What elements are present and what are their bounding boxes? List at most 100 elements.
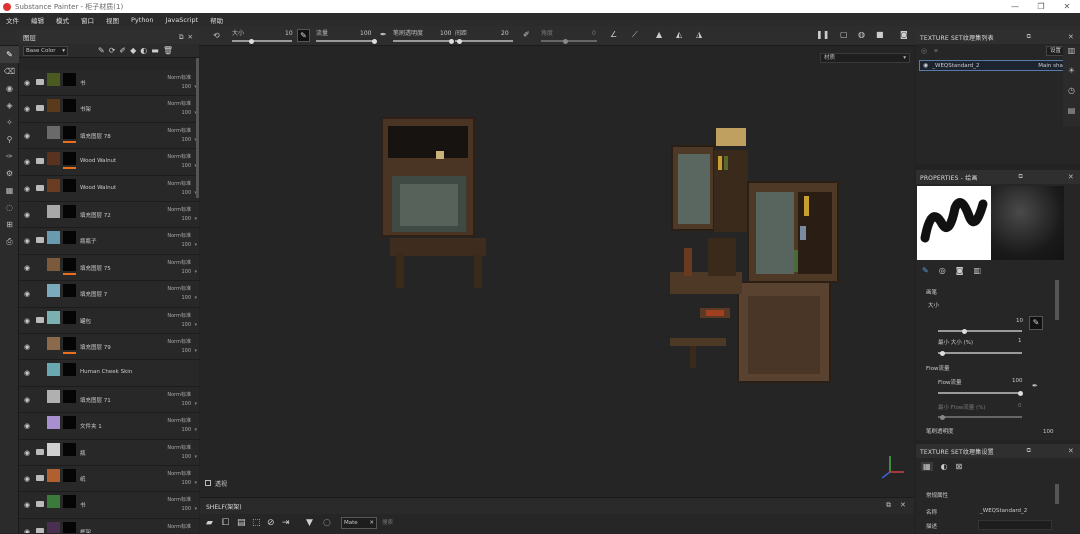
layer-opacity[interactable]: 100 [181,269,191,275]
menu-edit[interactable]: 编辑 [31,15,44,25]
props-undock-icon[interactable]: ⧉ [1019,173,1023,181]
layer-name[interactable]: Human Cheek Skin [80,369,132,375]
pen-pressure-icon[interactable]: ✒ [380,30,387,39]
size-pressure-icon[interactable]: ✎ [1029,316,1043,330]
layer-row[interactable]: ◉框架Norm标准100▾ [19,519,199,533]
layer-visibility-icon[interactable]: ◉ [24,369,30,377]
layer-row[interactable]: ◉填充图层 71Norm标准100▾ [19,387,199,413]
add-mask-icon[interactable]: ◐ [140,46,147,55]
menu-javascript[interactable]: JavaScript [166,16,199,24]
shelf-circle-icon[interactable]: ○ [323,518,331,528]
layer-opacity[interactable]: 100 [181,480,191,486]
layer-name[interactable]: 书 [80,501,86,509]
flow-pressure-icon[interactable]: ✒ [1032,382,1038,390]
shelf-search-input[interactable] [382,517,902,529]
shelf-export-icon[interactable]: ⇥ [282,518,290,528]
tsl-link-icon[interactable]: ⚭ [933,47,939,55]
layer-row[interactable]: ◉书架Norm标准100▾ [19,96,199,122]
folder-icon[interactable] [36,501,44,507]
layer-blend-mode[interactable]: Norm标准 [167,127,191,134]
projection-icon[interactable]: ▲ [656,30,662,39]
menu-mode[interactable]: 模式 [56,15,69,25]
prop-min-flow-value[interactable]: 0 [1018,403,1022,409]
brush-stroke-preview[interactable] [917,186,991,260]
spacing-value[interactable]: 20 [501,30,509,37]
delete-layer-icon[interactable]: 🗑 [163,46,173,55]
layers-scrollbar[interactable] [196,58,199,198]
layer-mask-thumbnail[interactable] [63,258,76,271]
add-effect-icon[interactable]: ✎ [98,46,105,55]
tss-tab-bake-icon[interactable]: ◐ [941,462,948,471]
properties-scrollbar[interactable] [1055,280,1059,320]
prop-min-flow-slider[interactable] [938,416,1022,418]
layer-opacity[interactable]: 100 [181,295,191,301]
layer-row[interactable]: ◉填充图层 75Norm标准100▾ [19,255,199,281]
menu-python[interactable]: Python [131,16,154,24]
shelf-close-icon[interactable]: ✕ [900,501,906,509]
screenshot-camera-icon[interactable]: ◙ [900,30,908,39]
pause-icon[interactable]: ❚❚ [816,30,829,39]
folder-icon[interactable] [36,317,44,323]
align-icon[interactable]: ⟋ [632,30,638,40]
layer-opacity[interactable]: 100 [181,137,191,143]
backface-icon[interactable]: ◭ [676,30,682,39]
layer-row[interactable]: ◉填充图层 79Norm标准100▾ [19,334,199,360]
add-smart-mask-icon[interactable]: ⟳ [109,46,116,55]
prop-stroke-opacity-value[interactable]: 100 [1043,429,1054,435]
layer-blend-mode[interactable]: Norm标准 [167,444,191,451]
angle-slider[interactable] [541,40,597,42]
layer-blend-mode[interactable]: Norm标准 [167,470,191,477]
prop-flow-slider[interactable] [938,392,1022,394]
stencil-tab-icon[interactable]: ◙ [956,266,964,275]
layer-opacity-dropdown-icon[interactable]: ▾ [194,295,197,301]
layer-mask-thumbnail[interactable] [63,363,76,376]
channel-select[interactable]: Base Color▾ [23,46,68,56]
layer-mask-thumbnail[interactable] [63,284,76,297]
shelf-filter-icon[interactable]: ▼ [306,518,313,528]
folder-icon[interactable] [36,185,44,191]
layer-name[interactable]: 瓶 [80,449,86,457]
layer-mask-thumbnail[interactable] [63,522,76,533]
layer-blend-mode[interactable]: Norm标准 [167,312,191,319]
history-icon[interactable]: ◷ [1063,86,1080,106]
props-close-icon[interactable]: ✕ [1068,173,1074,181]
layer-name[interactable]: 填充图层 72 [80,211,111,219]
layer-mask-thumbnail[interactable] [63,73,76,86]
add-paint-layer-icon[interactable]: ✐ [119,46,126,55]
layer-row[interactable]: ◉瓶瓶子Norm标准100▾ [19,228,199,254]
layer-blend-mode[interactable]: Norm标准 [167,100,191,107]
export-icon[interactable]: ⎙ [0,233,19,250]
geometry-mask-icon[interactable]: ◈ [0,97,19,114]
layer-visibility-icon[interactable]: ◉ [24,211,30,219]
layer-name[interactable]: 纸 [80,475,86,483]
flow-value[interactable]: 100 [360,30,371,37]
prop-min-size-value[interactable]: 1 [1018,338,1022,344]
layer-name[interactable]: Wood Walnut [80,185,116,191]
prop-min-size-slider[interactable] [938,352,1022,354]
layer-blend-mode[interactable]: Norm标准 [167,391,191,398]
layer-blend-mode[interactable]: Norm标准 [167,232,191,239]
material-tab-icon[interactable]: ▥ [973,266,981,275]
folder-icon[interactable] [36,237,44,243]
shelf-new-icon[interactable]: ⧠ [222,518,229,528]
texture-set-item[interactable]: ◉ _WEQStandard_2 Main shader [919,60,1076,71]
color-picker-icon[interactable]: ✑ [0,148,19,165]
layer-mask-thumbnail[interactable] [63,443,76,456]
layer-opacity-dropdown-icon[interactable]: ▾ [194,216,197,222]
prop-flow-value[interactable]: 100 [1012,378,1023,384]
stroke-opacity-value[interactable]: 100 [440,30,451,37]
layer-row[interactable]: ◉纸Norm标准100▾ [19,466,199,492]
layer-opacity-dropdown-icon[interactable]: ▾ [194,269,197,275]
smudge-icon[interactable]: ✧ [0,114,19,131]
panel-close-icon[interactable]: ✕ [188,33,193,41]
layer-opacity-dropdown-icon[interactable]: ▾ [194,348,197,354]
layer-name[interactable]: 填充图层 79 [80,343,111,351]
layer-visibility-icon[interactable]: ◉ [24,501,30,509]
layer-opacity-dropdown-icon[interactable]: ▾ [194,506,197,512]
folder-icon[interactable] [36,158,44,164]
layer-name[interactable]: 书 [80,79,86,87]
layer-row[interactable]: ◉书Norm标准100▾ [19,70,199,96]
layer-mask-thumbnail[interactable] [63,205,76,218]
layer-opacity[interactable]: 100 [181,110,191,116]
layer-row[interactable]: ◉Wood WalnutNorm标准100▾ [19,176,199,202]
